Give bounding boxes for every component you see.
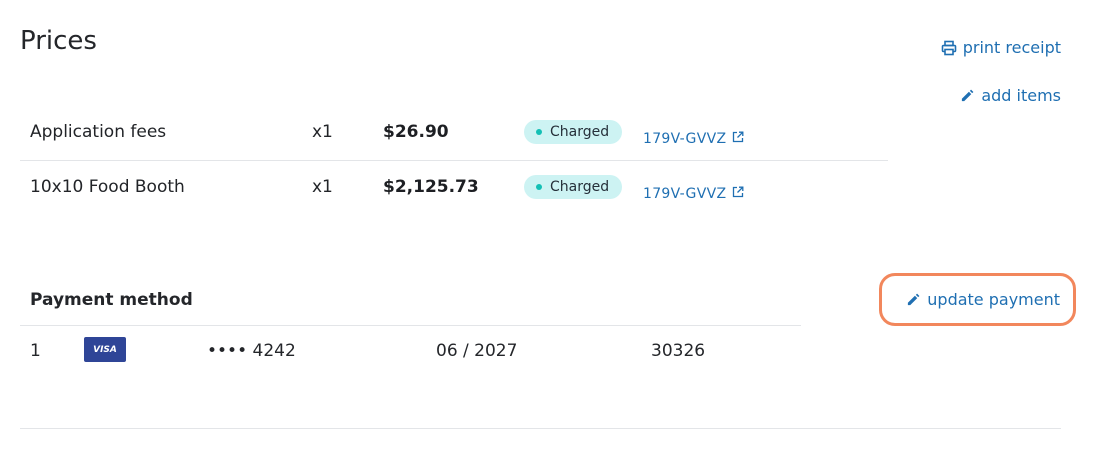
- visa-card-icon: VISA: [84, 337, 126, 362]
- update-payment-link[interactable]: update payment: [906, 290, 1060, 309]
- price-item-row: Application fees x1 $26.90 Charged 179V-…: [20, 106, 888, 161]
- print-receipt-link[interactable]: print receipt: [941, 38, 1061, 57]
- external-link-icon: [732, 131, 744, 147]
- order-reference-label: 179V-GVVZ: [643, 186, 727, 202]
- status-badge-label: Charged: [550, 179, 610, 195]
- add-items-label: add items: [981, 86, 1061, 105]
- update-payment-highlight: update payment: [879, 273, 1076, 326]
- item-quantity: x1: [312, 177, 333, 197]
- page-title: Prices: [20, 26, 97, 56]
- printer-icon: [941, 40, 957, 56]
- item-price: $2,125.73: [383, 177, 479, 197]
- pencil-icon: [960, 88, 975, 103]
- status-badge: Charged: [524, 175, 623, 199]
- payment-method-index: 1: [30, 341, 41, 361]
- item-quantity: x1: [312, 122, 333, 142]
- item-name: Application fees: [30, 122, 167, 142]
- item-price: $26.90: [383, 122, 449, 142]
- external-link-icon: [732, 186, 744, 202]
- status-badge: Charged: [524, 120, 623, 144]
- order-reference-link[interactable]: 179V-GVVZ: [643, 131, 744, 147]
- item-name: 10x10 Food Booth: [30, 177, 185, 197]
- card-zip-code: 30326: [651, 341, 706, 361]
- price-item-row: 10x10 Food Booth x1 $2,125.73 Charged 17…: [20, 161, 888, 216]
- update-payment-label: update payment: [927, 290, 1060, 309]
- order-reference-label: 179V-GVVZ: [643, 131, 727, 147]
- card-expiry: 06 / 2027: [436, 341, 518, 361]
- divider: [20, 325, 801, 326]
- status-badge-label: Charged: [550, 124, 610, 140]
- price-items-list: Application fees x1 $26.90 Charged 179V-…: [20, 106, 888, 216]
- status-dot-icon: [536, 184, 542, 190]
- add-items-link[interactable]: add items: [960, 86, 1061, 105]
- payment-method-heading: Payment method: [30, 290, 193, 310]
- status-dot-icon: [536, 129, 542, 135]
- pencil-icon: [906, 292, 921, 307]
- print-receipt-label: print receipt: [962, 38, 1061, 57]
- card-number: •••• 4242: [207, 341, 296, 361]
- divider: [20, 428, 1061, 429]
- order-reference-link[interactable]: 179V-GVVZ: [643, 186, 744, 202]
